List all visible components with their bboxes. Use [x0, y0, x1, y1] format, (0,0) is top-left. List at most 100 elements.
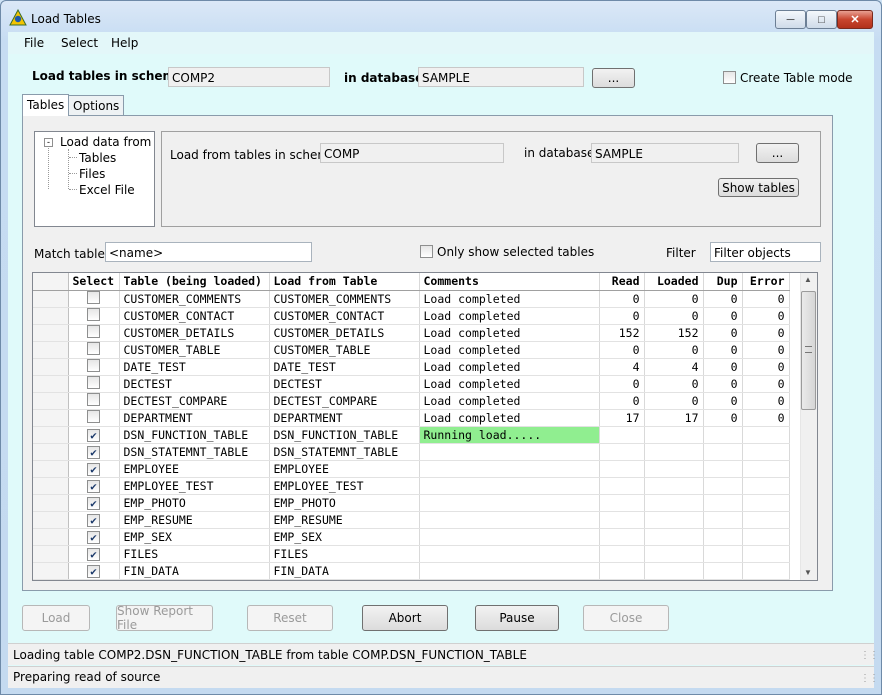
cell-from[interactable]: DATE_TEST: [269, 358, 420, 376]
checkbox-icon[interactable]: ✔: [87, 547, 100, 561]
cell-loaded[interactable]: [644, 494, 704, 512]
menu-help[interactable]: Help: [111, 36, 138, 50]
cell-table[interactable]: CUSTOMER_COMMENTS: [119, 290, 270, 308]
select-cell[interactable]: ✔: [68, 511, 120, 529]
cell-comment[interactable]: [419, 443, 600, 461]
checkbox-icon[interactable]: ✔: [87, 462, 100, 476]
cell-error[interactable]: 0: [742, 341, 790, 359]
checkbox-icon[interactable]: [87, 341, 100, 355]
cell-error[interactable]: 0: [742, 392, 790, 410]
select-cell[interactable]: ✔: [68, 545, 120, 563]
cell-from[interactable]: DSN_FUNCTION_TABLE: [269, 426, 420, 444]
cell-from[interactable]: DSN_STATEMNT_TABLE: [269, 443, 420, 461]
cell-loaded[interactable]: [644, 477, 704, 495]
cell-comment[interactable]: Load completed: [419, 358, 600, 376]
cell-loaded[interactable]: [644, 562, 704, 580]
select-cell[interactable]: ✔: [68, 426, 120, 444]
pause-button[interactable]: Pause: [475, 605, 559, 631]
cell-from[interactable]: DECTEST_COMPARE: [269, 392, 420, 410]
cell-error[interactable]: 0: [742, 375, 790, 393]
cell-read[interactable]: 4: [599, 358, 645, 376]
row-header[interactable]: [33, 426, 69, 444]
col-header-error[interactable]: Error: [742, 273, 790, 291]
cell-read[interactable]: [599, 511, 645, 529]
target-schema-field[interactable]: COMP2: [168, 67, 330, 87]
cell-comment[interactable]: [419, 511, 600, 529]
cell-error[interactable]: [742, 460, 790, 478]
cell-dup[interactable]: [703, 528, 743, 546]
cell-table[interactable]: EMPLOYEE: [119, 460, 270, 478]
cell-dup[interactable]: 0: [703, 358, 743, 376]
cell-dup[interactable]: 0: [703, 375, 743, 393]
cell-comment[interactable]: [419, 528, 600, 546]
cell-table[interactable]: DSN_STATEMNT_TABLE: [119, 443, 270, 461]
cell-error[interactable]: [742, 477, 790, 495]
cell-error[interactable]: [742, 494, 790, 512]
cell-from[interactable]: CUSTOMER_CONTACT: [269, 307, 420, 325]
menu-select[interactable]: Select: [61, 36, 98, 50]
checkbox-icon[interactable]: [87, 392, 100, 406]
checkbox-icon[interactable]: ✔: [87, 445, 100, 459]
row-header[interactable]: [33, 511, 69, 529]
select-cell[interactable]: [68, 324, 120, 342]
cell-table[interactable]: CUSTOMER_CONTACT: [119, 307, 270, 325]
cell-comment[interactable]: Load completed: [419, 290, 600, 308]
cell-table[interactable]: EMP_SEX: [119, 528, 270, 546]
cell-from[interactable]: CUSTOMER_DETAILS: [269, 324, 420, 342]
size-grip-icon[interactable]: ⋮⋮: [860, 673, 879, 684]
tree-item-excel-file[interactable]: Excel File: [79, 183, 135, 197]
cell-read[interactable]: [599, 562, 645, 580]
col-header-loaded[interactable]: Loaded: [644, 273, 704, 291]
checkbox-icon[interactable]: ✔: [87, 530, 100, 544]
cell-read[interactable]: [599, 426, 645, 444]
cell-read[interactable]: 0: [599, 307, 645, 325]
col-header-comments[interactable]: Comments: [419, 273, 600, 291]
select-cell[interactable]: [68, 392, 120, 410]
cell-dup[interactable]: [703, 426, 743, 444]
cell-dup[interactable]: 0: [703, 324, 743, 342]
checkbox-icon[interactable]: [87, 358, 100, 372]
checkbox-icon[interactable]: ✔: [87, 428, 100, 442]
table-row[interactable]: CUSTOMER_DETAILS CUSTOMER_DETAILS Load com…: [33, 324, 790, 342]
checkbox-icon[interactable]: ✔: [87, 513, 100, 527]
cell-from[interactable]: DEPARTMENT: [269, 409, 420, 427]
reset-button[interactable]: Reset: [247, 605, 333, 631]
cell-comment[interactable]: [419, 545, 600, 563]
cell-error[interactable]: 0: [742, 290, 790, 308]
cell-loaded[interactable]: [644, 443, 704, 461]
cell-from[interactable]: EMPLOYEE: [269, 460, 420, 478]
cell-read[interactable]: [599, 477, 645, 495]
cell-table[interactable]: DATE_TEST: [119, 358, 270, 376]
cell-error[interactable]: 0: [742, 409, 790, 427]
cell-read[interactable]: 0: [599, 341, 645, 359]
cell-comment[interactable]: [419, 477, 600, 495]
row-header[interactable]: [33, 460, 69, 478]
checkbox-icon[interactable]: [87, 290, 100, 304]
close-dialog-button[interactable]: Close: [583, 605, 669, 631]
cell-loaded[interactable]: [644, 511, 704, 529]
checkbox-icon[interactable]: ✔: [87, 496, 100, 510]
cell-dup[interactable]: [703, 545, 743, 563]
select-cell[interactable]: ✔: [68, 443, 120, 461]
cell-loaded[interactable]: [644, 545, 704, 563]
table-row[interactable]: DATE_TEST DATE_TEST Load completed 4 4 0 0: [33, 358, 790, 376]
grid-scroll-thumb[interactable]: [801, 291, 816, 410]
row-header[interactable]: [33, 392, 69, 410]
select-cell[interactable]: [68, 307, 120, 325]
table-row[interactable]: ✔ EMPLOYEE_TEST EMPLOYEE_TEST: [33, 477, 790, 495]
tab-tables[interactable]: Tables: [22, 94, 70, 116]
cell-read[interactable]: [599, 460, 645, 478]
row-header[interactable]: [33, 477, 69, 495]
cell-read[interactable]: [599, 545, 645, 563]
cell-from[interactable]: CUSTOMER_COMMENTS: [269, 290, 420, 308]
cell-read[interactable]: [599, 494, 645, 512]
table-row[interactable]: ✔ EMPLOYEE EMPLOYEE: [33, 460, 790, 478]
col-header-dup[interactable]: Dup: [703, 273, 743, 291]
table-row[interactable]: DEPARTMENT DEPARTMENT Load completed 17 17 0 0: [33, 409, 790, 427]
cell-read[interactable]: 0: [599, 392, 645, 410]
show-tables-button[interactable]: Show tables: [718, 178, 799, 197]
table-row[interactable]: ✔ FIN_DATA FIN_DATA: [33, 562, 790, 580]
size-grip-icon[interactable]: ⋮⋮: [860, 650, 879, 661]
select-cell[interactable]: ✔: [68, 494, 120, 512]
cell-dup[interactable]: 0: [703, 341, 743, 359]
